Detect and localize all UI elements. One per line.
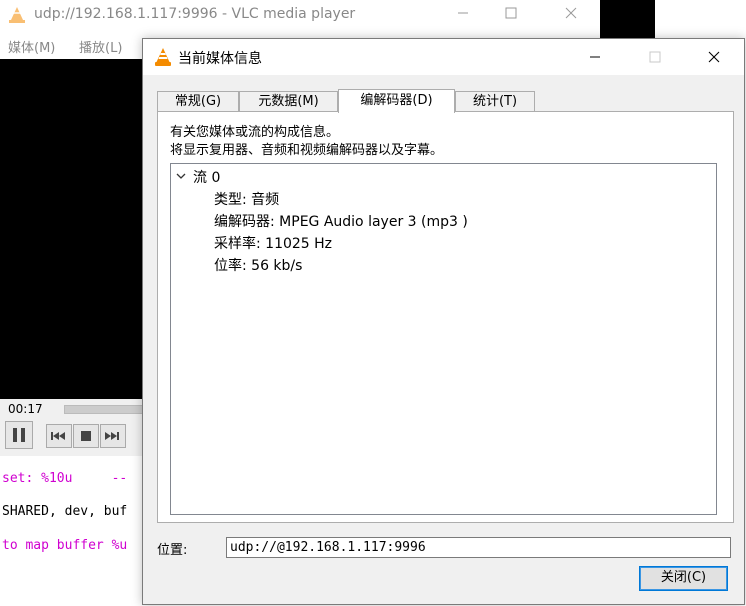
- vlc-cone-icon: [155, 48, 171, 66]
- codec-tab-panel: 有关您媒体或流的构成信息。 将显示复用器、音频和视频编解码器以及字幕。 流 0 …: [157, 111, 734, 523]
- maximize-icon: [649, 51, 661, 63]
- tree-item-codec[interactable]: 编解码器: MPEG Audio layer 3 (mp3 ): [214, 211, 468, 231]
- vlc-minimize-button[interactable]: [440, 0, 486, 31]
- dialog-maximize-button: [632, 39, 678, 75]
- description-line: 将显示复用器、音频和视频编解码器以及字幕。: [170, 143, 444, 158]
- dialog-minimize-button[interactable]: [572, 39, 618, 75]
- tree-item-type[interactable]: 类型: 音频: [214, 189, 279, 209]
- video-area-edge: [600, 0, 655, 40]
- close-icon: [565, 7, 577, 19]
- next-button[interactable]: [100, 424, 126, 448]
- next-icon: [105, 432, 119, 440]
- vlc-titlebar: udp://192.168.1.117:9996 - VLC media pla…: [0, 0, 600, 31]
- stop-button[interactable]: [73, 424, 99, 448]
- media-info-dialog: 当前媒体信息 常规(G) 元数据(M) 编解码器(D) 统计(T) 有关您媒体或…: [142, 38, 745, 605]
- dialog-title: 当前媒体信息: [178, 51, 262, 67]
- menu-media[interactable]: 媒体(M): [8, 37, 55, 56]
- description-line: 有关您媒体或流的构成信息。: [170, 125, 340, 140]
- elapsed-time: 00:17: [8, 402, 43, 416]
- tree-item-samplerate[interactable]: 采样率: 11025 Hz: [214, 233, 332, 253]
- vlc-window-title: udp://192.168.1.117:9996 - VLC media pla…: [34, 6, 356, 22]
- tree-item-bitrate[interactable]: 位率: 56 kb/s: [214, 255, 302, 275]
- chevron-down-icon[interactable]: [175, 170, 187, 182]
- menu-playback[interactable]: 播放(L): [79, 37, 122, 56]
- location-field[interactable]: udp://@192.168.1.117:9996: [226, 537, 731, 558]
- terminal-line: set: %10u --: [2, 471, 128, 486]
- vlc-close-button[interactable]: [548, 0, 594, 31]
- tab-metadata[interactable]: 元数据(M): [239, 91, 338, 111]
- terminal-line: SHARED, dev, buf: [2, 504, 128, 519]
- dialog-titlebar: 当前媒体信息: [143, 39, 744, 75]
- minimize-icon: [590, 56, 600, 58]
- dialog-close-button[interactable]: [691, 39, 737, 75]
- minimize-icon: [458, 12, 468, 14]
- tab-statistics[interactable]: 统计(T): [455, 91, 535, 111]
- terminal-line: to map buffer %u: [2, 538, 128, 553]
- close-button[interactable]: 关闭(C): [639, 566, 728, 591]
- pause-button[interactable]: [5, 421, 33, 449]
- previous-button[interactable]: [46, 424, 72, 448]
- location-label: 位置:: [157, 543, 188, 558]
- stop-icon: [81, 431, 91, 441]
- maximize-icon: [505, 7, 517, 19]
- pause-icon: [13, 428, 25, 442]
- tree-stream-node[interactable]: 流 0: [193, 167, 220, 187]
- tab-codec[interactable]: 编解码器(D): [338, 89, 455, 113]
- previous-icon: [51, 432, 65, 440]
- close-icon: [708, 51, 720, 63]
- vlc-cone-icon: [9, 7, 25, 23]
- vlc-maximize-button[interactable]: [488, 0, 534, 31]
- tab-general[interactable]: 常规(G): [157, 91, 239, 111]
- codec-tree[interactable]: 流 0 类型: 音频 编解码器: MPEG Audio layer 3 (mp3…: [170, 163, 717, 515]
